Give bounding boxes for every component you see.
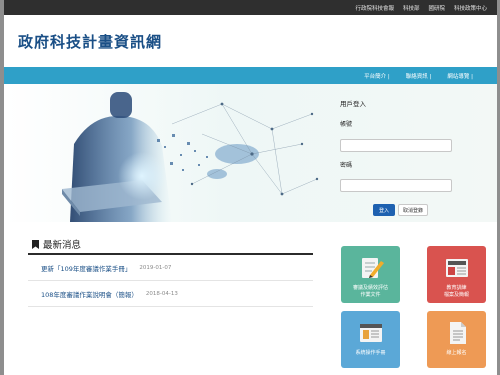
news-item: 108年度審議作業說明會（簡報） 2018-04-13 [28,281,313,307]
news-date: 2019-01-07 [139,264,172,271]
tile-review-documents[interactable]: 審議及績效評估 作業文件 [341,246,400,303]
topbar-link-stpi[interactable]: 科技政策中心 [454,4,487,12]
tile-label: 線上報名 [446,350,467,356]
bookmark-icon [32,239,39,249]
password-input[interactable] [340,179,452,192]
nav-item-about[interactable]: 平台簡介 | [364,72,390,80]
pencil-document-icon [361,258,384,278]
newspaper-icon [445,259,468,277]
nav-item-contact[interactable]: 聯絡資訊 | [406,72,432,80]
topbar-link-most[interactable]: 科技部 [403,4,420,12]
account-label: 帳號 [340,121,353,128]
document-icon [449,322,466,344]
login-panel: 用戶登入 帳號 密碼 登入 取消登錄 [340,98,470,216]
tile-label: 教育訓練 檔案及簡報 [443,285,469,298]
login-buttons: 登入 取消登錄 [373,204,470,216]
news-section: 最新消息 更新「109年度審議作業手冊」 2019-01-07 108年度審議作… [28,238,313,307]
news-title: 最新消息 [43,240,82,251]
news-header: 最新消息 [28,238,313,251]
login-title: 用戶登入 [340,100,366,108]
site-title[interactable]: 政府科技計畫資訊網 [18,31,162,52]
news-item: 更新「109年度審議作業手冊」 2019-01-07 [28,255,313,281]
tile-system-manual[interactable]: 系統操作手冊 [341,311,400,368]
topbar-link-executive-yuan[interactable]: 行政院科技會報 [355,4,394,12]
tile-label: 審議及績效評估 作業文件 [352,285,388,298]
topbar-link-narl[interactable]: 國研院 [428,4,445,12]
tile-training-files[interactable]: 教育訓練 檔案及簡報 [427,246,486,303]
news-link[interactable]: 更新「109年度審議作業手冊」 [41,263,131,273]
cancel-login-button[interactable]: 取消登錄 [398,204,428,216]
news-date: 2018-04-13 [145,290,178,297]
browser-page: 行政院科技會報 科技部 國研院 科技政策中心 政府科技計畫資訊網 平台簡介 | … [4,0,497,375]
password-label: 密碼 [340,161,353,169]
hero-technology-image [62,92,319,222]
news-link[interactable]: 108年度審議作業說明會（簡報） [41,289,138,299]
account-input[interactable] [340,138,452,152]
nav-item-sitemap[interactable]: 網站導覽 | [447,72,473,80]
site-header: 政府科技計畫資訊網 [4,15,497,67]
browser-window-icon [359,324,382,342]
top-utility-bar: 行政院科技會報 科技部 國研院 科技政策中心 [4,0,497,15]
tile-online-registration[interactable]: 線上報名 [427,311,486,368]
login-button[interactable]: 登入 [373,204,395,216]
tile-label: 系統操作手冊 [355,350,386,356]
hero-banner: 用戶登入 帳號 密碼 登入 取消登錄 [4,84,497,222]
main-nav: 平台簡介 | 聯絡資訊 | 網站導覽 | [4,67,497,84]
